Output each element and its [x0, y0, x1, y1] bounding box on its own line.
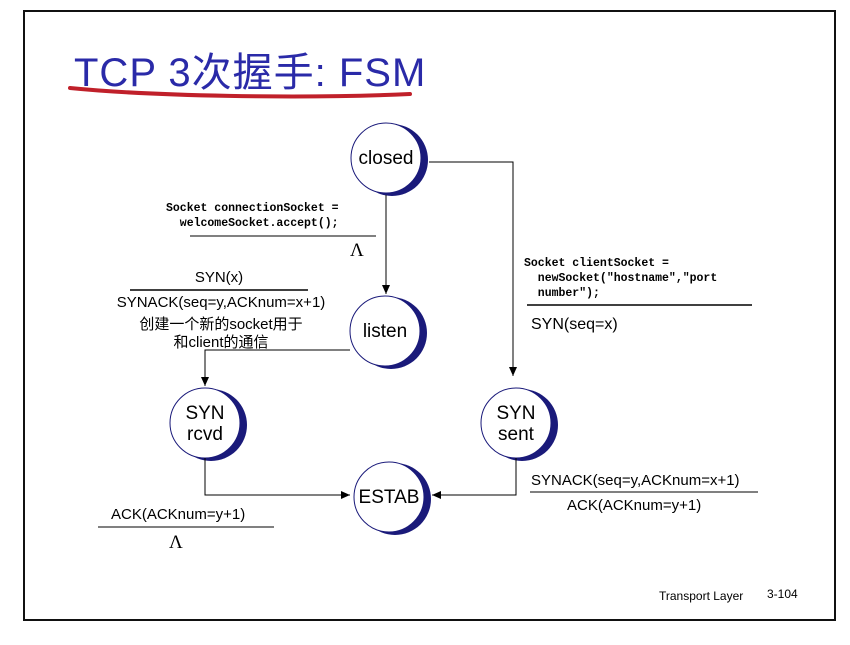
- state-label-listen: listen: [362, 321, 408, 342]
- state-label-estab: ESTAB: [358, 487, 420, 508]
- arrow-synrcvd-to-estab: [204, 458, 350, 499]
- state-label-syn-sent: SYN sent: [496, 403, 536, 445]
- footer-page-number: 3-104: [767, 587, 798, 601]
- page-title: TCP 3次握手: FSM: [74, 51, 427, 95]
- event-closed-listen: Socket connectionSocket = welcomeSocket.…: [166, 202, 339, 230]
- action-synsent-estab: ACK(ACKnum=y+1): [567, 497, 702, 514]
- action-listen-synrcvd-1: SYNACK(seq=y,ACKnum=x+1): [116, 294, 326, 311]
- state-label-closed: closed: [358, 148, 414, 169]
- action-closed-listen: Λ: [350, 240, 364, 261]
- footer-label: Transport Layer: [659, 589, 744, 603]
- event-listen-synrcvd: SYN(x): [194, 269, 244, 286]
- event-synrcvd-estab: ACK(ACKnum=y+1): [111, 506, 246, 523]
- state-label-syn-rcvd: SYN rcvd: [185, 403, 225, 445]
- arrow-closed-to-synsent: [429, 161, 517, 376]
- arrow-listen-to-synrcvd: [201, 349, 350, 386]
- action-closed-synsent: SYN(seq=x): [531, 316, 618, 333]
- event-closed-synsent: Socket clientSocket = newSocket("hostnam…: [524, 257, 718, 300]
- arrow-synsent-to-estab: [432, 458, 517, 499]
- action-listen-synrcvd-3: 和client的通信: [173, 334, 269, 351]
- action-synrcvd-estab: Λ: [169, 532, 183, 553]
- event-synsent-estab: SYNACK(seq=y,ACKnum=x+1): [531, 472, 740, 489]
